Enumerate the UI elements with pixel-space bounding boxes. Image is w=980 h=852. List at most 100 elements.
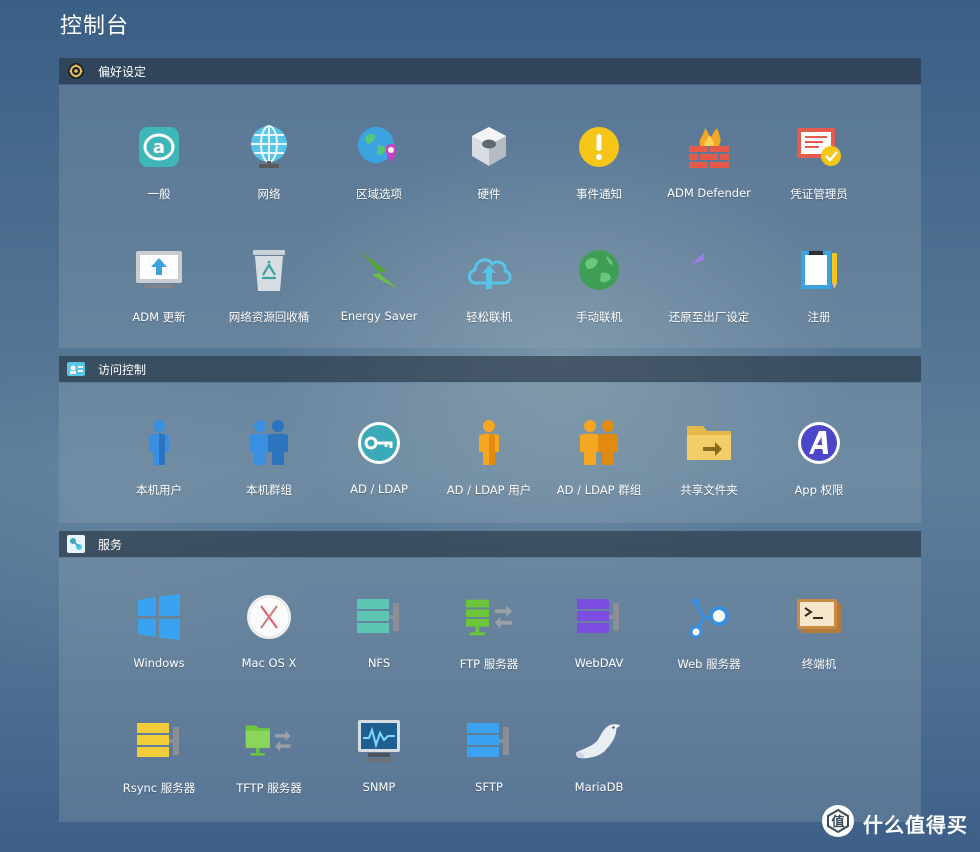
mariadb-seal-icon (574, 716, 624, 766)
tile-app-privileges[interactable]: App 权限 (764, 418, 874, 518)
tile-network-recycle-bin[interactable]: 网络资源回收桶 (214, 245, 324, 345)
tile-ez-connect[interactable]: 轻松联机 (434, 245, 544, 345)
tile-label: 一般 (147, 187, 171, 201)
tile-label: NFS (367, 656, 391, 670)
tile-nfs[interactable]: NFS (324, 592, 434, 692)
tile-rsync-server[interactable]: Rsync 服务器 (104, 716, 214, 816)
gear-icon (67, 62, 85, 80)
tile-label: 注册 (807, 310, 831, 324)
key-icon (354, 418, 404, 468)
tile-hardware[interactable]: 硬件 (434, 122, 544, 222)
tile-mariadb[interactable]: MariaDB (544, 716, 654, 816)
tile-ad-ldap-groups[interactable]: AD / LDAP 群组 (544, 418, 654, 518)
services-icon (67, 535, 85, 553)
tile-network[interactable]: 网络 (214, 122, 324, 222)
section-label: 服务 (98, 537, 123, 552)
sftp-server-icon (464, 716, 514, 766)
tftp-server-icon (244, 716, 294, 766)
terminal-icon (794, 592, 844, 642)
tile-label: 还原至出厂设定 (668, 310, 750, 324)
watermark-logo-icon: 值 (821, 804, 855, 842)
tile-label: 手动联机 (576, 310, 622, 324)
app-permission-icon (794, 418, 844, 468)
tile-label: 本机用户 (136, 483, 182, 497)
tile-label: ADM 更新 (132, 310, 186, 324)
tile-manual-connect[interactable]: 手动联机 (544, 245, 654, 345)
mac-os-x-icon (244, 592, 294, 642)
tile-terminal[interactable]: 终端机 (764, 592, 874, 692)
general-icon: a (134, 122, 184, 172)
tile-mac-os-x[interactable]: Mac OS X (214, 592, 324, 692)
section-header-access-control: 访问控制 (59, 356, 921, 382)
tile-label: WebDAV (574, 656, 624, 670)
section-body-access-control: 本机用户 本机群组 AD / LDAP AD / LDAP 用户 AD / LD… (59, 383, 921, 523)
tile-local-groups[interactable]: 本机群组 (214, 418, 324, 518)
certificate-icon (794, 122, 844, 172)
tile-label: FTP 服务器 (459, 657, 519, 671)
nfs-server-icon (354, 592, 404, 642)
hardware-bolt-icon (464, 122, 514, 172)
ad-user-icon (464, 418, 514, 468)
tile-label: AD / LDAP 群组 (556, 483, 642, 497)
tile-label: Mac OS X (241, 656, 297, 670)
tile-windows[interactable]: Windows (104, 592, 214, 692)
tile-label: Windows (133, 656, 185, 670)
tile-label: 网络资源回收桶 (228, 310, 310, 324)
rsync-server-icon (134, 716, 184, 766)
tile-label: TFTP 服务器 (236, 781, 302, 795)
group-icon (244, 418, 294, 468)
tile-energy-saver[interactable]: Energy Saver (324, 245, 434, 345)
section-body-preferences: a 一般 网络 区域选项 硬件 事件通知 ADM Defender 凭证管理员 … (59, 85, 921, 348)
region-globe-icon (354, 122, 404, 172)
tile-shared-folders[interactable]: 共享文件夹 (654, 418, 764, 518)
globe-network-icon (244, 122, 294, 172)
tile-factory-reset[interactable]: 还原至出厂设定 (654, 245, 764, 345)
tile-sftp[interactable]: SFTP (434, 716, 544, 816)
ad-group-icon (574, 418, 624, 468)
section-header-services: 服务 (59, 531, 921, 557)
id-card-icon (67, 360, 85, 378)
tile-label: AD / LDAP (350, 482, 408, 496)
tile-snmp[interactable]: SNMP (324, 716, 434, 816)
webdav-server-icon (574, 592, 624, 642)
tile-ad-ldap[interactable]: AD / LDAP (324, 418, 434, 518)
tile-web-server[interactable]: Web 服务器 (654, 592, 764, 692)
exclamation-alert-icon (574, 122, 624, 172)
tile-label: 终端机 (801, 657, 837, 671)
watermark: 值 什么值得买 (821, 804, 968, 842)
tile-label: 硬件 (477, 187, 501, 201)
tile-webdav[interactable]: WebDAV (544, 592, 654, 692)
tile-label: Web 服务器 (677, 657, 741, 671)
user-icon (134, 418, 184, 468)
tile-label: App 权限 (794, 483, 844, 497)
tile-label: 区域选项 (356, 187, 402, 201)
tile-label: 网络 (257, 187, 281, 201)
tile-ad-ldap-users[interactable]: AD / LDAP 用户 (434, 418, 544, 518)
tile-label: SFTP (475, 780, 503, 794)
tile-ftp-server[interactable]: FTP 服务器 (434, 592, 544, 692)
tile-local-users[interactable]: 本机用户 (104, 418, 214, 518)
tile-event-notification[interactable]: 事件通知 (544, 122, 654, 222)
tile-label: Rsync 服务器 (122, 781, 196, 795)
tile-region-options[interactable]: 区域选项 (324, 122, 434, 222)
svg-text:a: a (153, 137, 165, 158)
tile-label: SNMP (362, 780, 396, 794)
page-title: 控制台 (60, 14, 130, 39)
recycle-bin-icon (244, 245, 294, 295)
tile-registration[interactable]: 注册 (764, 245, 874, 345)
registration-icon (794, 245, 844, 295)
watermark-text: 什么值得买 (863, 812, 968, 837)
tile-adm-defender[interactable]: ADM Defender (654, 122, 764, 222)
tile-general[interactable]: a 一般 (104, 122, 214, 222)
section-label: 偏好设定 (98, 64, 147, 79)
firewall-icon (684, 122, 734, 172)
cloud-upload-icon (464, 245, 514, 295)
tile-certificate-manager[interactable]: 凭证管理员 (764, 122, 874, 222)
tile-label: 共享文件夹 (680, 483, 738, 497)
tile-tftp-server[interactable]: TFTP 服务器 (214, 716, 324, 816)
section-header-preferences: 偏好设定 (59, 58, 921, 84)
tile-label: 轻松联机 (466, 310, 512, 324)
windows-icon (134, 592, 184, 642)
shared-folder-icon (684, 418, 734, 468)
tile-adm-update[interactable]: ADM 更新 (104, 245, 214, 345)
